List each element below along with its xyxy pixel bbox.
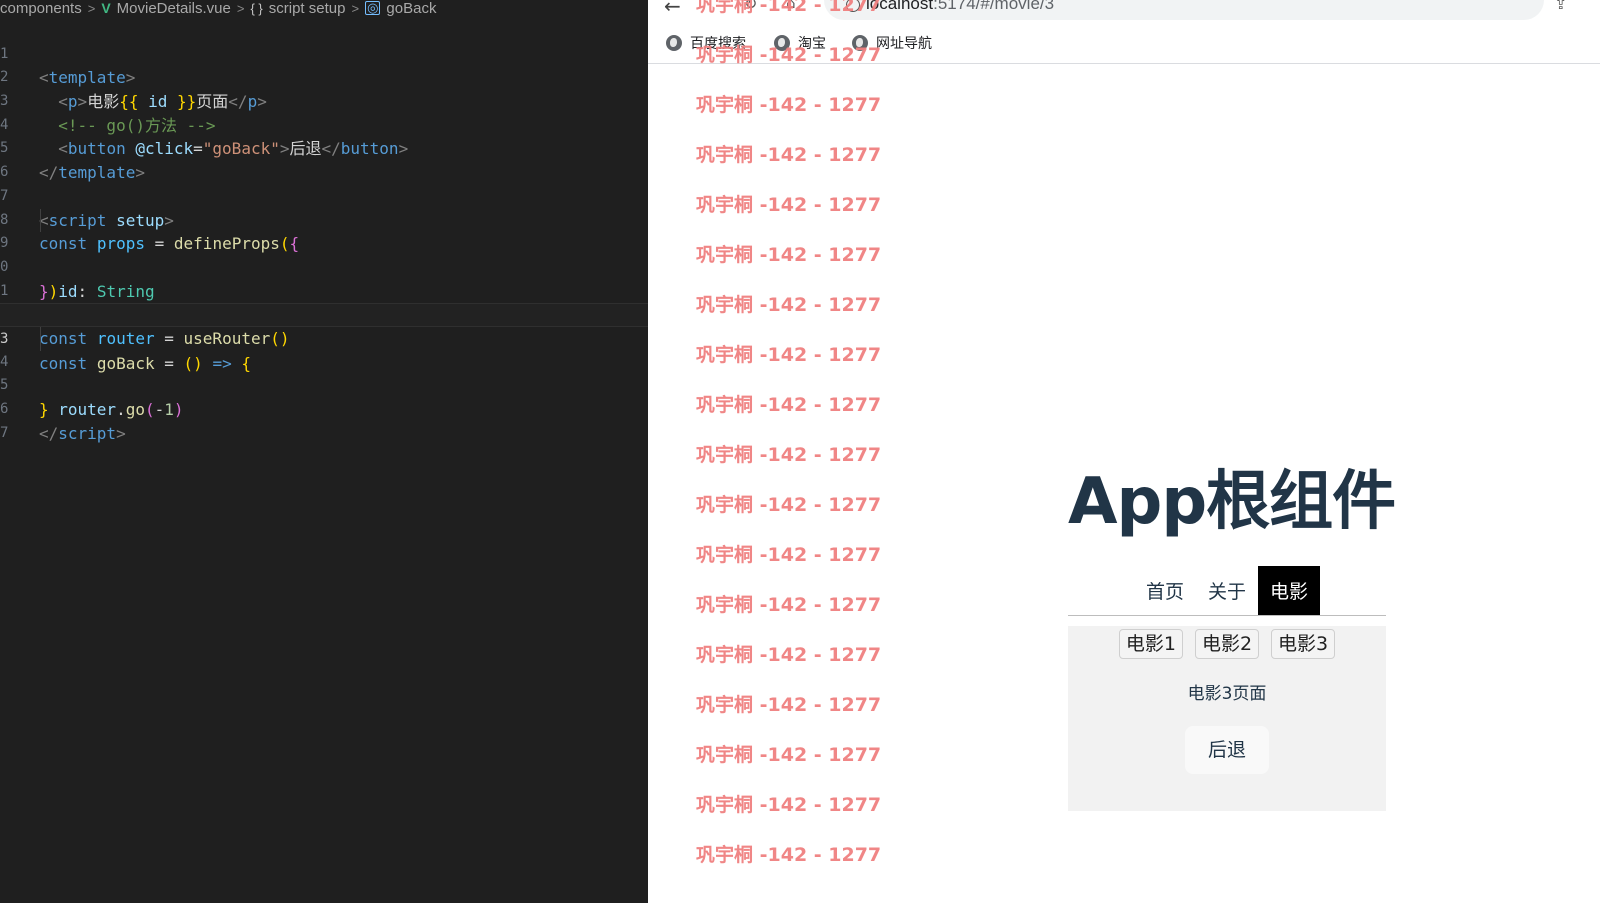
breadcrumb-scope[interactable]: script setup <box>269 0 346 17</box>
back-button-wrap: 后退 <box>1068 726 1386 774</box>
indent-guide <box>40 326 41 351</box>
app-root: App根组件 首页 关于 电影 电影1 电影2 电影3 电影3页面 后退 <box>1068 462 1396 811</box>
watermark: 巩宇桐 -142 - 1277 <box>696 144 882 166</box>
code-line[interactable]: 4 <button @click="goBack">后退</button> <box>0 90 648 159</box>
watermark: 巩宇桐 -142 - 1277 <box>696 394 882 416</box>
watermark: 巩宇桐 -142 - 1277 <box>696 0 882 16</box>
code-line[interactable]: 4 router.go(-1) <box>0 326 648 419</box>
code-line[interactable]: 1 <template> <box>0 19 648 88</box>
nav-link-home[interactable]: 首页 <box>1134 566 1196 615</box>
watermark: 巩宇桐 -142 - 1277 <box>696 444 882 466</box>
code-line[interactable]: 1 import { useRouter } from 'vue-router' <box>0 256 648 325</box>
go-back-button[interactable]: 后退 <box>1184 726 1269 774</box>
page-title: App根组件 <box>1068 465 1396 539</box>
watermark: 巩宇桐 -142 - 1277 <box>696 94 882 116</box>
code-line-current[interactable]: 3 const goBack = () => { <box>0 303 648 373</box>
movie-3-button[interactable]: 电影3 <box>1271 629 1336 659</box>
watermark-column: 巩宇桐 -142 - 1277 巩宇桐 -142 - 1277 巩宇桐 -142… <box>696 0 936 880</box>
breadcrumb-symbol[interactable]: goBack <box>386 0 436 17</box>
watermark: 巩宇桐 -142 - 1277 <box>696 794 882 816</box>
breadcrumb-file[interactable]: MovieDetails.vue <box>117 0 231 17</box>
nav-link-movie[interactable]: 电影 <box>1258 566 1321 615</box>
code-line[interactable]: 6 <box>0 137 648 180</box>
nav-link-about[interactable]: 关于 <box>1196 566 1258 615</box>
breadcrumb-folder[interactable]: components <box>0 0 82 17</box>
braces-icon: { } <box>250 0 263 16</box>
watermark: 巩宇桐 -142 - 1277 <box>696 844 882 866</box>
code-area[interactable]: 1 <template> 2 <p>电影{{ id }}页面</p> 3 <!-… <box>0 19 648 443</box>
code-line[interactable]: 8 const props = defineProps({ <box>0 185 648 254</box>
movie-panel: 电影1 电影2 电影3 电影3页面 后退 <box>1068 626 1386 811</box>
watermark: 巩宇桐 -142 - 1277 <box>696 744 882 766</box>
chevron-right-icon: > <box>87 0 96 16</box>
code-line[interactable]: 2 <p>电影{{ id }}页面</p> <box>0 43 648 111</box>
watermark: 巩宇桐 -142 - 1277 <box>696 194 882 216</box>
share-icon[interactable]: ⇪ <box>1554 0 1567 13</box>
movie-1-button[interactable]: 电影1 <box>1118 629 1183 659</box>
line-number: 7 <box>0 424 9 441</box>
code-line[interactable]: 0 }) <box>0 232 648 301</box>
code-line[interactable]: 5 </template> <box>0 114 648 182</box>
vue-file-icon: V <box>101 0 111 16</box>
main-nav: 首页 关于 电影 <box>1068 566 1386 616</box>
indent-guide <box>40 208 41 233</box>
code-line[interactable]: 7 <box>0 398 648 441</box>
variable-symbol-icon: ◎ <box>365 0 381 15</box>
watermark: 巩宇桐 -142 - 1277 <box>696 644 882 666</box>
chevron-right-icon: > <box>351 0 360 16</box>
code-line[interactable]: 6 </script> <box>0 374 648 443</box>
watermark: 巩宇桐 -142 - 1277 <box>696 294 882 316</box>
back-arrow-icon[interactable]: ← <box>664 0 681 18</box>
code-line[interactable]: 7 <script setup> <box>0 161 648 230</box>
code-line[interactable]: 9 id: String <box>0 208 648 301</box>
watermark: 巩宇桐 -142 - 1277 <box>696 694 882 716</box>
watermark: 巩宇桐 -142 - 1277 <box>696 344 882 366</box>
movie-2-button[interactable]: 电影2 <box>1194 629 1260 659</box>
watermark: 巩宇桐 -142 - 1277 <box>696 44 882 66</box>
code-line[interactable]: 5 } <box>0 351 648 419</box>
watermark: 巩宇桐 -142 - 1277 <box>696 544 882 566</box>
globe-icon <box>666 35 682 51</box>
code-line[interactable]: 3 <!-- go()方法 --> <box>0 66 648 135</box>
watermark: 巩宇桐 -142 - 1277 <box>696 594 882 616</box>
breadcrumb: components > V MovieDetails.vue > { } sc… <box>0 0 436 19</box>
code-editor[interactable]: components > V MovieDetails.vue > { } sc… <box>0 0 648 903</box>
browser-window: ← ↻ ⌂ localhost:5174/#/movie/3 ⇪ 百度搜索 淘宝… <box>648 0 1600 903</box>
watermark: 巩宇桐 -142 - 1277 <box>696 244 882 266</box>
code-line[interactable]: 2 const router = useRouter() <box>0 280 648 348</box>
movie-page-text: 电影3页面 <box>1187 684 1267 704</box>
movie-nav: 电影1 电影2 电影3 <box>1068 629 1386 659</box>
watermark: 巩宇桐 -142 - 1277 <box>696 494 882 516</box>
chevron-right-icon: > <box>236 0 245 16</box>
